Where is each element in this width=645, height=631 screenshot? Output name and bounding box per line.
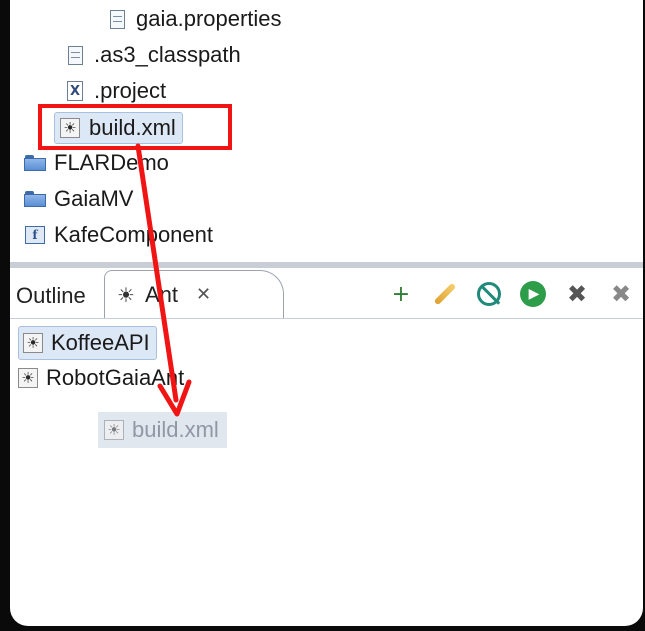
ant-build-file-icon: ☀ <box>104 420 124 440</box>
search-buildfile-icon <box>433 282 457 306</box>
highlight-annotation-box <box>38 104 232 150</box>
search-buildfile-button[interactable] <box>428 277 462 311</box>
tree-item-flardemo[interactable]: FLARDemo <box>24 148 169 178</box>
project-explorer: gaia.properties .as3_classpath X .projec… <box>10 0 643 262</box>
tab-outline[interactable]: Outline <box>16 280 86 312</box>
ant-buildfile-icon: ☀ <box>23 333 43 353</box>
folder-icon <box>24 152 46 174</box>
tree-item-as3-classpath[interactable]: .as3_classpath <box>64 40 241 70</box>
run-target-icon: ▶ <box>520 281 546 307</box>
properties-file-icon <box>106 8 128 30</box>
tab-label: Ant <box>144 281 178 307</box>
drag-ghost-label: build.xml <box>132 417 219 442</box>
tree-item-gaia-properties[interactable]: gaia.properties <box>106 4 282 34</box>
ant-buildfile-robotgaiaant[interactable]: ☀ RobotGaiaAnt <box>18 362 184 394</box>
tree-item-project[interactable]: X .project <box>64 76 166 106</box>
remove-button[interactable]: ✖ <box>560 277 594 311</box>
folder-icon <box>24 188 46 210</box>
tree-item-gaiamv[interactable]: GaiaMV <box>24 184 133 214</box>
ant-buildfile-koffeeapi[interactable]: ☀ KoffeeAPI <box>18 326 157 360</box>
tree-item-label: .as3_classpath <box>94 42 241 67</box>
close-icon[interactable]: ✕ <box>196 284 211 305</box>
hide-internal-targets-icon <box>477 282 501 306</box>
tree-item-label: .project <box>94 78 167 103</box>
ant-view-toolbar: + ▶ ✖ ✖ <box>384 276 638 312</box>
hide-internal-targets-button[interactable] <box>472 277 506 311</box>
tree-item-kafecomponent[interactable]: f KafeComponent <box>24 220 213 250</box>
tab-label: Outline <box>16 283 86 308</box>
ant-buildfile-icon: ☀ <box>18 368 38 388</box>
ant-icon: ☀ <box>117 282 135 307</box>
add-buildfile-icon: + <box>391 281 411 307</box>
tree-item-label: GaiaMV <box>54 186 134 211</box>
flex-project-icon: f <box>24 224 46 246</box>
screenshot-frame: gaia.properties .as3_classpath X .projec… <box>10 0 643 626</box>
drag-ghost-build-xml: ☀ build.xml <box>98 412 227 448</box>
remove-icon: ✖ <box>566 280 588 308</box>
tree-item-label: KafeComponent <box>54 222 213 247</box>
remove-all-button[interactable]: ✖ <box>604 277 638 311</box>
tree-item-label: FLARDemo <box>54 150 169 175</box>
tree-item-label: gaia.properties <box>136 6 282 31</box>
text-file-icon <box>64 44 86 66</box>
add-buildfile-button[interactable]: + <box>384 277 418 311</box>
tab-ant[interactable]: ☀ Ant ✕ <box>104 270 284 318</box>
remove-all-icon: ✖ <box>610 280 632 308</box>
ant-buildfile-label: KoffeeAPI <box>51 330 150 355</box>
run-target-button[interactable]: ▶ <box>516 277 550 311</box>
xml-file-icon: X <box>64 80 86 102</box>
ant-buildfile-label: RobotGaiaAnt <box>46 365 185 390</box>
